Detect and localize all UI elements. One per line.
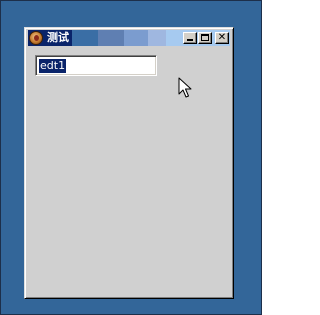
app-icon[interactable] bbox=[29, 31, 43, 45]
text-input-edt1[interactable]: edt1 bbox=[35, 55, 157, 76]
maximize-button[interactable] bbox=[198, 32, 212, 44]
close-icon: ✕ bbox=[217, 32, 227, 43]
title-bar[interactable]: 测试 ✕ bbox=[28, 30, 230, 46]
maximize-icon bbox=[201, 34, 209, 41]
arrow-cursor-icon bbox=[178, 77, 192, 98]
desktop-background: 测试 ✕ edt1 bbox=[0, 0, 262, 315]
text-input-value: edt1 bbox=[39, 59, 67, 73]
main-window: 测试 ✕ edt1 bbox=[24, 27, 234, 299]
window-title: 测试 bbox=[47, 31, 69, 44]
close-button[interactable]: ✕ bbox=[215, 32, 229, 44]
minimize-button[interactable] bbox=[183, 32, 197, 44]
minimize-icon bbox=[187, 39, 193, 41]
